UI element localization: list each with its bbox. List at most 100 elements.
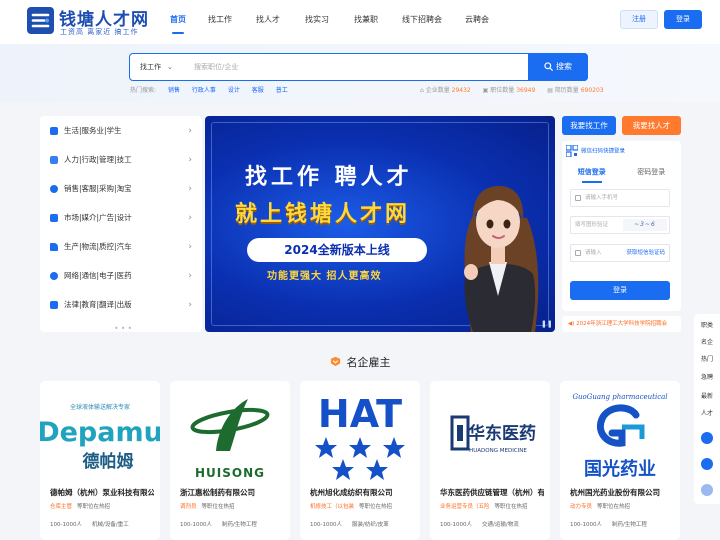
- float-link-famous[interactable]: 名企: [694, 337, 720, 346]
- login-submit-button[interactable]: 登录: [570, 281, 670, 300]
- category-item[interactable]: 网络|通信|电子|医药 ›: [40, 261, 202, 290]
- chevron-down-icon: ⌄: [167, 63, 173, 71]
- register-button[interactable]: 注册: [620, 10, 658, 29]
- company-tags: 100-1000人 机械/设备/重工: [50, 520, 139, 528]
- get-sms-code-button[interactable]: 获取短信验证码: [626, 245, 665, 261]
- category-label: 生产|物流|质控|汽车: [64, 242, 132, 251]
- hot-search-label: 热门搜索:: [130, 87, 157, 94]
- nav-job-fair[interactable]: 线下招聘会: [389, 0, 455, 44]
- company-card[interactable]: HAT 杭州旭化成纺织有限公司 机修技工（以包装 等职位在热招 100-1000人…: [300, 381, 420, 540]
- category-item[interactable]: 市场|媒介|广告|设计 ›: [40, 203, 202, 232]
- float-link-category[interactable]: 职类: [694, 320, 720, 329]
- hot-word[interactable]: 行政人事: [192, 87, 216, 94]
- category-item[interactable]: 生活|服务业|学生 ›: [40, 116, 202, 145]
- captcha-image[interactable]: ~3~6: [623, 219, 667, 231]
- category-item[interactable]: 生产|物流|质控|汽车 ›: [40, 232, 202, 261]
- company-size: 100-1000人: [570, 522, 602, 528]
- stat-resumes: ▤ 简历数量 690203: [547, 87, 604, 94]
- stat-label: 简历数量: [554, 87, 579, 94]
- hot-word[interactable]: 客服: [252, 87, 264, 94]
- chevron-right-icon: ›: [188, 270, 192, 281]
- company-category: 制药/生物工程: [221, 522, 257, 528]
- stat-value: 36949: [516, 87, 536, 94]
- hot-word[interactable]: 销售: [168, 87, 180, 94]
- company-name[interactable]: 德帕姆（杭州）泵业科技有限公司: [50, 487, 154, 498]
- company-name[interactable]: 杭州旭化成纺织有限公司: [310, 487, 414, 498]
- category-item[interactable]: 人力|行政|管理|技工 ›: [40, 145, 202, 174]
- hot-word[interactable]: 普工: [276, 87, 288, 94]
- back-to-top-icon[interactable]: [701, 484, 713, 496]
- category-label: 法律|教育|翻译|出版: [64, 300, 132, 309]
- hot-job[interactable]: 仓库主管: [50, 504, 72, 510]
- search-band: 找工作 ⌄ 搜索 热门搜索: 销售 行政人事 设计 客服 普工 ⌂ 企业数量 29…: [0, 44, 720, 102]
- search-input[interactable]: [194, 58, 514, 76]
- tab-sms-login[interactable]: 短信登录: [562, 165, 622, 181]
- category-item[interactable]: 销售|客服|采购|淘宝 ›: [40, 174, 202, 203]
- category-label: 销售|客服|采购|淘宝: [64, 184, 132, 193]
- hero-banner[interactable]: 找工作 聘人才 就上钱塘人才网 2024全新版本上线 功能更强大 招人更高效 ❚…: [205, 116, 555, 332]
- float-link-talent[interactable]: 人才: [694, 408, 720, 417]
- phone-field[interactable]: 请输入手机号: [570, 189, 670, 207]
- company-size: 100-1000人: [310, 522, 342, 528]
- float-link-latest[interactable]: 最新: [694, 391, 720, 400]
- more-dots-icon[interactable]: •••: [114, 324, 134, 333]
- shield-icon[interactable]: [701, 432, 713, 444]
- logo-cn-text: 德帕姆: [83, 451, 134, 472]
- company-size: 100-1000人: [50, 522, 82, 528]
- phone-placeholder: 请输入手机号: [585, 195, 619, 201]
- company-card[interactable]: GuoGuang pharmaceutical 国光药业 杭州国光药业股份有限公…: [560, 381, 680, 540]
- nav-home[interactable]: 首页: [164, 0, 192, 44]
- company-name[interactable]: 华东医药供应链管理（杭州）有限公司: [440, 487, 544, 498]
- tab-password-login[interactable]: 密码登录: [622, 165, 682, 181]
- announcement-bar[interactable]: ◀) 2024年浙江理工大学科技学院招聘会: [562, 316, 681, 332]
- hot-job[interactable]: 动力专员: [570, 504, 592, 510]
- captcha-field[interactable]: 填写图形验证 ~3~6: [570, 216, 670, 234]
- company-hot-jobs: 动力专员 等职位在热招: [570, 502, 678, 510]
- lock-icon: [575, 250, 581, 256]
- businesswoman-illustration: [464, 186, 539, 332]
- nav-part-time[interactable]: 找兼职: [343, 0, 389, 44]
- sms-code-field[interactable]: 请输入 获取短信验证码: [570, 244, 670, 262]
- hot-job[interactable]: 机修技工（以包装: [310, 504, 354, 510]
- nav-find-talent[interactable]: 找人才: [245, 0, 291, 44]
- nav-find-job[interactable]: 找工作: [195, 0, 245, 44]
- site-logo[interactable]: 钱塘人才网 工资高 离家近 搞工作: [27, 5, 148, 37]
- service-chat-icon[interactable]: [701, 458, 713, 470]
- qrcode-icon: [565, 144, 579, 158]
- hot-word[interactable]: 设计: [228, 87, 240, 94]
- hot-job-suffix: 等职位在热招: [597, 504, 631, 510]
- qr-login-link[interactable]: 微信扫码快捷登录: [565, 144, 626, 158]
- company-card[interactable]: 华东医药 HUADONG MEDICINE 华东医药供应链管理（杭州）有限公司 …: [430, 381, 550, 540]
- login-button[interactable]: 登录: [664, 10, 702, 29]
- pause-icon[interactable]: ❚❚: [541, 320, 553, 328]
- stat-jobs: ▣ 职位数量 36949: [482, 87, 536, 94]
- logo-tag-text: 全球液体输送解决专家: [70, 403, 130, 411]
- search-button[interactable]: 搜索: [528, 53, 588, 81]
- find-job-button[interactable]: 我要找工作: [562, 116, 616, 135]
- floating-sidebar: 职类 名企 热门 急聘 最新 人才: [694, 314, 720, 504]
- huadong-logo: 华东医药 HUADONG MEDICINE: [450, 415, 536, 454]
- company-name[interactable]: 杭州国光药业股份有限公司: [570, 487, 674, 498]
- search-type-select[interactable]: 找工作 ⌄: [140, 54, 173, 80]
- search-box: 找工作 ⌄ 搜索: [129, 53, 588, 81]
- find-talent-button[interactable]: 我要找人才: [622, 116, 681, 135]
- nav-cloud-fair[interactable]: 云聘会: [455, 0, 499, 44]
- company-card[interactable]: 全球液体输送解决专家 Depamu 德帕姆 德帕姆（杭州）泵业科技有限公司 仓库…: [40, 381, 160, 540]
- chevron-right-icon: ›: [188, 154, 192, 165]
- qr-tip-label: 微信扫码快捷登录: [581, 148, 626, 155]
- search-button-label: 搜索: [556, 62, 572, 71]
- search-type-label: 找工作: [140, 63, 161, 71]
- company-card[interactable]: HUISONG 浙江惠松制药有限公司 调剂员 等职位在热招 100-1000人 制药…: [170, 381, 290, 540]
- captcha-placeholder: 填写图形验证: [575, 222, 609, 228]
- float-link-urgent[interactable]: 急聘: [694, 372, 720, 381]
- nav-internship[interactable]: 找实习: [291, 0, 343, 44]
- hot-job[interactable]: 调剂员: [180, 504, 197, 510]
- category-item[interactable]: 法律|教育|翻译|出版 ›: [40, 290, 202, 319]
- company-name[interactable]: 浙江惠松制药有限公司: [180, 487, 284, 498]
- stat-label: 职位数量: [490, 87, 515, 94]
- hot-job[interactable]: 业务运营专员（五险: [440, 504, 490, 510]
- huisong-logo: HUISONG: [190, 399, 270, 480]
- hat-logo: HAT: [315, 392, 405, 480]
- hot-job-suffix: 等职位在热招: [77, 504, 111, 510]
- guoguang-logo: GuoGuang pharmaceutical 国光药业: [572, 393, 667, 480]
